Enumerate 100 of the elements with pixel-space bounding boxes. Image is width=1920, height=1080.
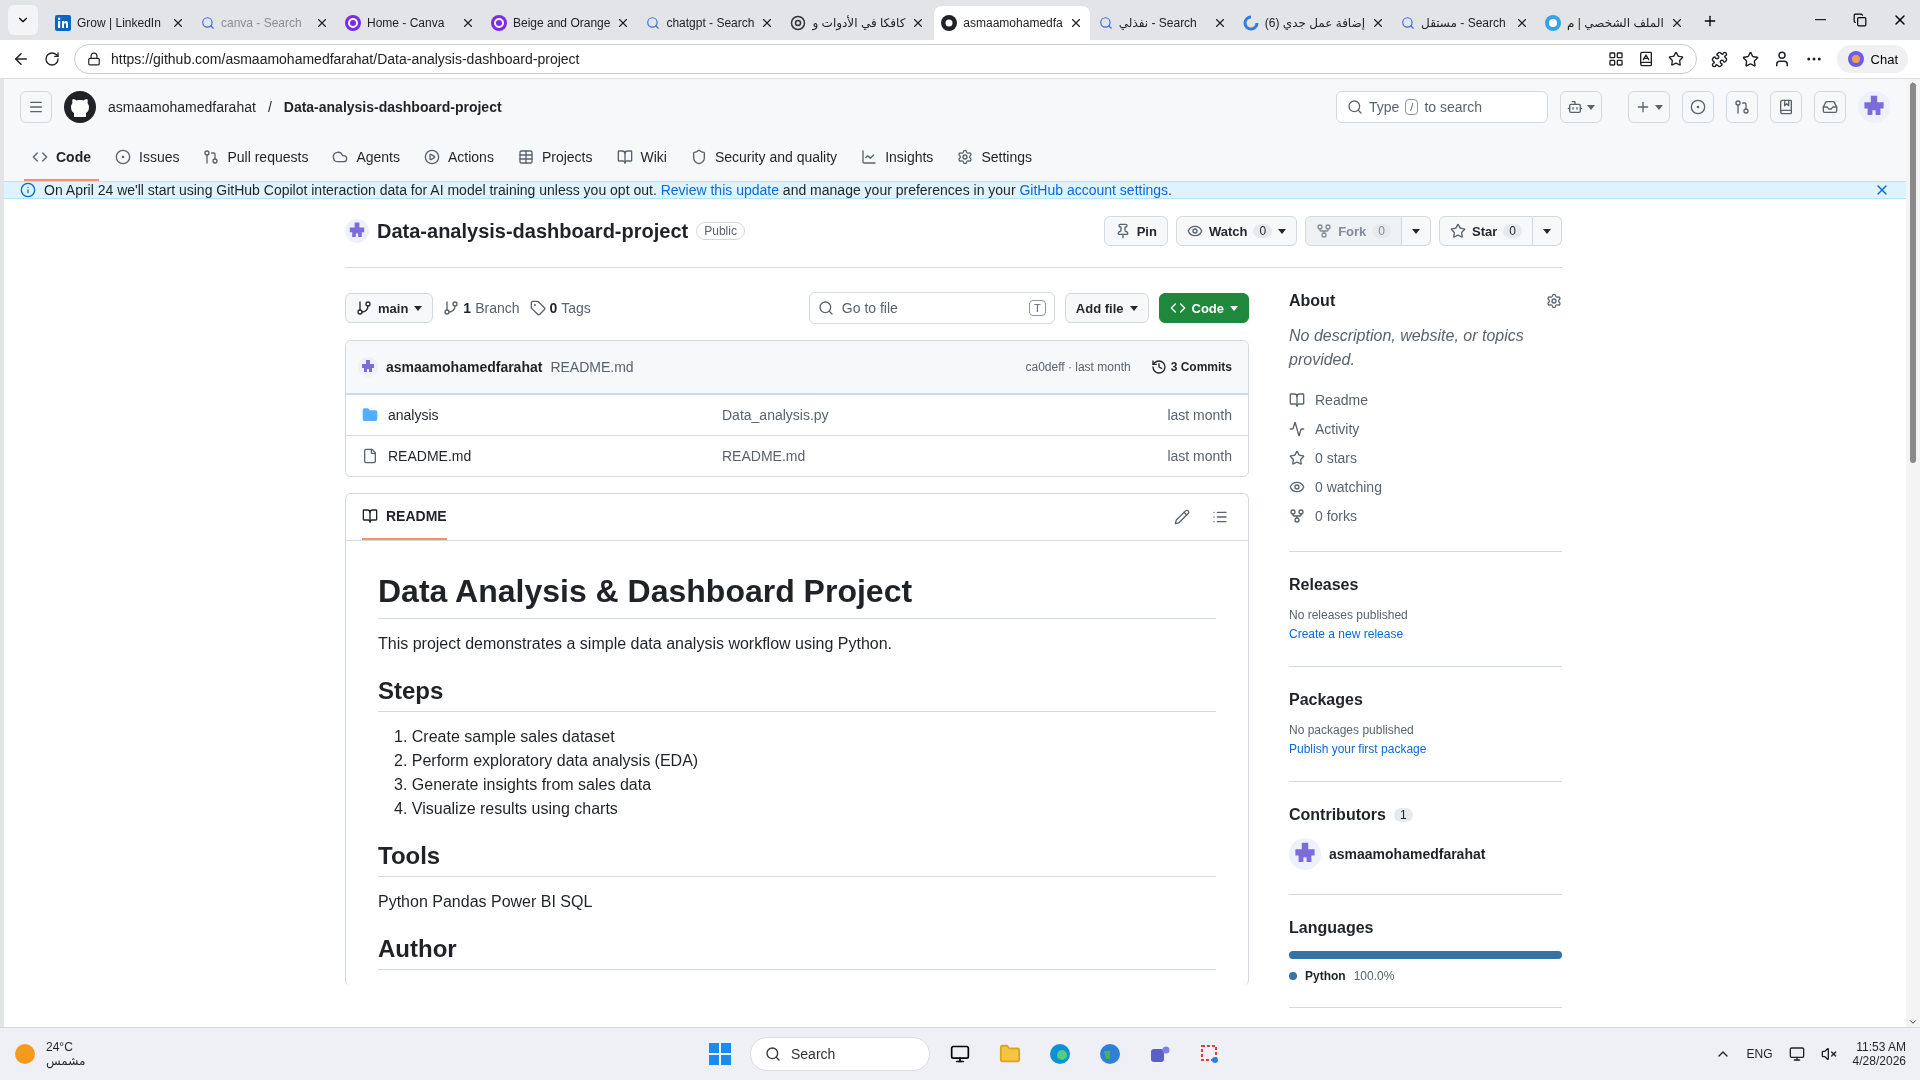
file-name[interactable]: analysis [362, 407, 722, 423]
go-to-file-field[interactable]: Go to file T [808, 292, 1055, 324]
search-icon [646, 16, 661, 30]
close-icon[interactable] [171, 16, 185, 30]
create-button[interactable] [1628, 91, 1670, 123]
repo-link[interactable]: Data-analysis-dashboard-project [283, 99, 502, 115]
repo-nav-tab[interactable]: Agents [324, 135, 408, 181]
input-language[interactable]: ENG [1746, 1047, 1773, 1061]
commit-author[interactable]: asmaamohamedfarahat [386, 359, 543, 375]
weather-text: مشمس [46, 1054, 86, 1068]
read-aloud-icon[interactable] [1637, 51, 1654, 67]
repo-nav-tab[interactable]: Actions [416, 135, 502, 181]
scrollbar-thumb[interactable] [1910, 83, 1916, 463]
repo-nav-tab[interactable]: Security and quality [682, 135, 846, 181]
close-icon[interactable] [461, 16, 475, 30]
about-link[interactable]: 0 watching [1289, 475, 1562, 498]
star-button[interactable]: Star 0 [1439, 216, 1533, 246]
readme-tab[interactable]: README [362, 494, 447, 540]
commits-link[interactable]: 3 Commits [1150, 359, 1232, 375]
watch-button[interactable]: Watch 0 [1175, 216, 1298, 246]
network-icon[interactable] [1788, 1046, 1805, 1062]
about-link[interactable]: Readme [1289, 388, 1562, 411]
browser-tab[interactable]: نفذلي - Search [1091, 6, 1234, 40]
folder-icon [362, 407, 378, 423]
linkedin-icon [55, 15, 71, 31]
inbox-button[interactable] [1814, 91, 1846, 123]
about-link[interactable]: 0 forks [1289, 504, 1562, 527]
branch-button[interactable]: main [345, 293, 434, 323]
commit-time: last month [1167, 448, 1232, 464]
commit-message[interactable]: README.md [550, 359, 634, 375]
search-icon [1401, 16, 1416, 30]
menu-button[interactable] [20, 91, 52, 123]
tab-title: canva - Search [221, 16, 303, 30]
back-icon[interactable] [12, 50, 30, 68]
search-icon [201, 16, 215, 30]
copilot-button[interactable] [1560, 91, 1602, 123]
canva-icon [345, 15, 361, 31]
star-icon[interactable] [1667, 51, 1684, 67]
commit-message[interactable]: Data_analysis.py [722, 407, 1168, 423]
favorites-icon[interactable] [1741, 50, 1759, 68]
refresh-icon[interactable] [44, 51, 60, 67]
section-title: Contributors [1289, 806, 1386, 824]
url-text: https://github.com/asmaamohamedfarahat/Data-analysis-dashboard-project [111, 51, 580, 67]
tab-title: الملف الشخصي | م [1567, 16, 1664, 30]
search-field[interactable]: Type / to search [1336, 91, 1548, 123]
section-title: Releases [1289, 576, 1360, 594]
repo-nav-tab[interactable]: Pull requests [195, 135, 317, 181]
chat-button[interactable]: Chat [1836, 45, 1908, 73]
extensions-icon[interactable] [1710, 50, 1728, 68]
file-name[interactable]: README.md [362, 448, 722, 464]
tab-title: نفذلي - Search [1118, 16, 1198, 30]
tags-link[interactable]: 0 Tags [529, 300, 591, 316]
repo-nav-tab[interactable]: Settings [949, 135, 1040, 181]
dropdown-button[interactable] [1533, 216, 1562, 246]
scroll-down-icon[interactable] [1908, 1017, 1918, 1027]
dropdown-button[interactable] [1402, 216, 1431, 246]
outline-icon[interactable] [1212, 509, 1228, 525]
banner-link[interactable]: Review this update [660, 182, 779, 198]
about-link[interactable]: 0 stars [1289, 446, 1562, 469]
about-link[interactable]: Activity [1289, 417, 1562, 440]
code-button[interactable]: Code [1158, 293, 1249, 323]
create-link[interactable]: Create a new release [1289, 627, 1404, 641]
create-link[interactable]: Publish your first package [1289, 742, 1427, 756]
browser-tab[interactable]: مستقل - Search [1394, 6, 1537, 40]
branch-icon [356, 300, 372, 316]
contributor-name[interactable]: asmaamohamedfarahat [1329, 846, 1486, 862]
shortcut-key: T [1029, 300, 1046, 316]
issues-button[interactable] [1682, 91, 1714, 123]
browser-tab[interactable]: asmaamohamedfa [934, 6, 1090, 40]
taskbar-search[interactable]: Search [750, 1037, 930, 1071]
browser-tab[interactable]: Grow | LinkedIn [48, 6, 192, 40]
repo-nav-tab[interactable]: Wiki [608, 135, 675, 181]
browser-tab[interactable]: كافكا في الأدوات و [783, 6, 933, 40]
close-icon[interactable] [315, 16, 329, 30]
clock[interactable]: 11:53 AM 4/28/2026 [1852, 1040, 1906, 1068]
repo-nav-tab[interactable]: Insights [853, 135, 942, 181]
commit-message[interactable]: README.md [722, 448, 1168, 464]
caret-icon [1412, 228, 1420, 234]
browser-tab[interactable]: الملف الشخصي | م [1538, 6, 1691, 40]
owner-link[interactable]: asmaamohamedfarahat [108, 99, 256, 115]
pin-button[interactable]: Pin [1103, 216, 1168, 246]
volume-muted-icon[interactable] [1820, 1046, 1837, 1062]
branches-link[interactable]: 1 Branch [443, 300, 520, 316]
apps-icon[interactable] [1607, 51, 1624, 67]
knot-icon [790, 15, 807, 31]
commit-time: last month [1167, 407, 1232, 423]
add-file-button[interactable]: Add file [1064, 293, 1149, 323]
repositories-button[interactable] [1770, 91, 1802, 123]
tab-title: (6) إضافة عمل جدي [1264, 16, 1366, 30]
repo-nav-tab[interactable]: Issues [107, 135, 188, 181]
tag-icon [529, 300, 546, 316]
tab-title: مستقل - Search [1421, 16, 1507, 30]
browser-tab[interactable]: chatgpt - Search [639, 6, 782, 40]
repo-nav-tab[interactable]: Projects [509, 135, 601, 181]
browser-tab[interactable]: (6) إضافة عمل جدي [1235, 6, 1393, 40]
edit-icon[interactable] [1174, 509, 1190, 525]
browser-tab[interactable]: Beige and Orange [484, 6, 638, 40]
browser-tab[interactable]: Home - Canva [338, 6, 482, 40]
settings-icon[interactable] [1546, 293, 1562, 309]
pull-requests-button[interactable] [1726, 91, 1758, 123]
